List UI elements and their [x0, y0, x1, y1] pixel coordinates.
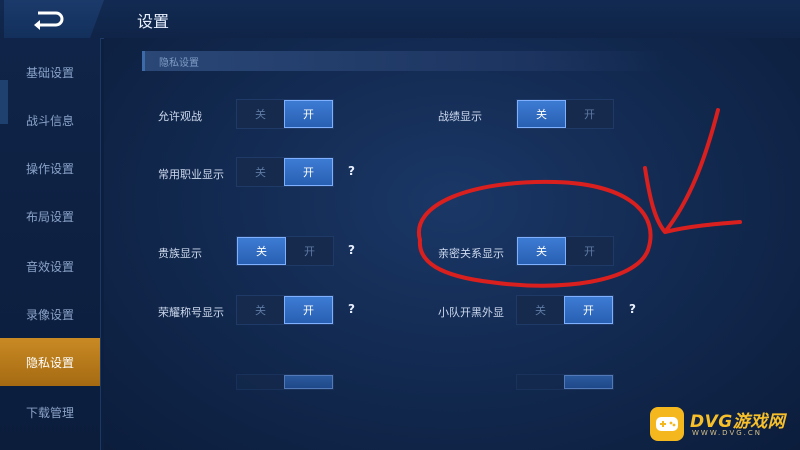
toggle-on-option[interactable]: 开: [284, 100, 333, 128]
setting-label-noble: 贵族显示: [158, 247, 202, 260]
back-arrow-icon: [34, 11, 64, 30]
toggle-on-option[interactable]: [284, 375, 333, 389]
setting-label-honor-title: 荣耀称号显示: [158, 306, 224, 319]
toggle-partial-row[interactable]: [516, 374, 614, 390]
toggle-on-option[interactable]: 开: [284, 158, 333, 186]
toggle-on-option[interactable]: 开: [284, 296, 333, 324]
toggle-common-role[interactable]: 关 开: [236, 157, 334, 187]
help-icon[interactable]: ?: [348, 164, 355, 178]
toggle-on-option[interactable]: 开: [566, 237, 613, 265]
watermark-domain: WWW.DVG.CN: [692, 429, 763, 437]
help-icon[interactable]: ?: [629, 302, 636, 316]
sidebar-item-battle-info[interactable]: 战斗信息: [0, 96, 100, 144]
toggle-off-option[interactable]: 关: [237, 158, 284, 186]
section-header: 隐私设置: [142, 51, 665, 71]
setting-label-squad: 小队开黑外显: [438, 306, 504, 319]
toggle-intimacy[interactable]: 关 开: [516, 236, 614, 266]
section-title: 隐私设置: [159, 58, 199, 69]
setting-label-allow-spectate: 允许观战: [158, 110, 202, 123]
toggle-off-option[interactable]: 关: [517, 296, 564, 324]
toggle-off-option[interactable]: 关: [237, 296, 284, 324]
watermark: DVG游戏网 WWW.DVG.CN: [650, 405, 795, 445]
toggle-on-option[interactable]: 开: [564, 296, 613, 324]
sidebar-item-downloads[interactable]: 下载管理: [0, 388, 100, 436]
setting-label-intimacy: 亲密关系显示: [438, 247, 504, 260]
toggle-off-option[interactable]: 关: [517, 100, 566, 128]
help-icon[interactable]: ?: [348, 243, 355, 257]
sidebar-item-controls[interactable]: 操作设置: [0, 144, 100, 192]
page-title: 设置: [137, 12, 170, 31]
setting-label-record-display: 战绩显示: [438, 110, 482, 123]
toggle-noble[interactable]: 关 开: [236, 236, 334, 266]
toggle-off-option[interactable]: 关: [517, 237, 566, 265]
sidebar-item-sound[interactable]: 音效设置: [0, 242, 100, 290]
sidebar-item-privacy[interactable]: 隐私设置: [0, 338, 100, 386]
toggle-off-option[interactable]: [237, 375, 284, 389]
settings-panel: [104, 38, 800, 450]
toggle-off-option[interactable]: [517, 375, 564, 389]
top-bar: 设置: [0, 0, 800, 39]
toggle-off-option[interactable]: 关: [237, 100, 284, 128]
setting-label-common-role: 常用职业显示: [158, 168, 224, 181]
toggle-on-option[interactable]: 开: [286, 237, 333, 265]
toggle-off-option[interactable]: 关: [237, 237, 286, 265]
toggle-allow-spectate[interactable]: 关 开: [236, 99, 334, 129]
toggle-record-display[interactable]: 关 开: [516, 99, 614, 129]
sidebar-item-layout[interactable]: 布局设置: [0, 192, 100, 240]
help-icon[interactable]: ?: [348, 302, 355, 316]
sidebar-item-replay[interactable]: 录像设置: [0, 290, 100, 338]
sidebar-item-basic[interactable]: 基础设置: [0, 48, 100, 96]
toggle-on-option[interactable]: [564, 375, 613, 389]
toggle-on-option[interactable]: 开: [566, 100, 613, 128]
toggle-squad[interactable]: 关 开: [516, 295, 614, 325]
back-button[interactable]: [4, 0, 104, 38]
sidebar: 基础设置 战斗信息 操作设置 布局设置 音效设置 录像设置 隐私设置 下载管理: [0, 38, 101, 450]
gamepad-icon: [650, 407, 684, 441]
toggle-partial-row[interactable]: [236, 374, 334, 390]
toggle-honor-title[interactable]: 关 开: [236, 295, 334, 325]
